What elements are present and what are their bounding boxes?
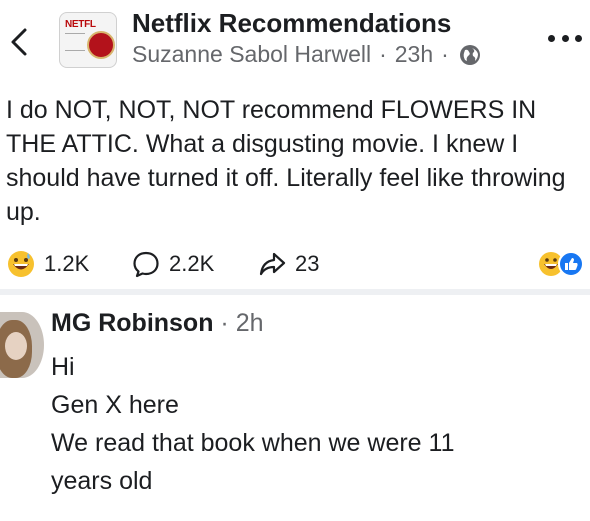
comment-body: Hi Gen X here We read that book when we …	[51, 348, 581, 500]
comment-line: years old	[51, 467, 153, 495]
comment-line: Gen X here	[51, 391, 179, 419]
group-thumbnail-text: NETFL	[65, 19, 96, 30]
share-arrow-icon	[259, 252, 286, 276]
comment-line: Hi	[51, 353, 75, 381]
post-stats: 1.2K 2.2K 23	[0, 244, 590, 284]
meta-separator: ·	[379, 41, 387, 67]
grinning-sweat-emoji-icon	[8, 251, 34, 277]
meta-separator: ·	[441, 41, 449, 67]
comment-time[interactable]: 2h	[236, 309, 264, 337]
reaction-icons[interactable]	[537, 249, 587, 279]
share-count[interactable]: 23	[257, 244, 319, 284]
group-name[interactable]: Netflix Recommendations	[132, 8, 451, 39]
avatar-face	[5, 332, 27, 360]
post-header: NETFL Netflix Recommendations Suzanne Sa…	[0, 0, 590, 80]
author-name[interactable]: Suzanne Sabol Harwell	[132, 41, 371, 68]
avatar[interactable]	[0, 312, 44, 378]
reaction-count[interactable]: 1.2K	[6, 244, 89, 284]
team-logo-icon	[87, 31, 115, 59]
commenter-name[interactable]: MG Robinson	[51, 309, 213, 337]
comment-meta-separator: ·	[213, 309, 236, 337]
group-thumbnail[interactable]: NETFL	[59, 12, 117, 68]
more-options-button[interactable]	[548, 30, 582, 46]
group-thumbnail-lines	[65, 33, 85, 51]
post-body: I do NOT, NOT, NOT recommend FLOWERS IN …	[6, 96, 566, 226]
comment-line: We read that book when we were 11	[51, 429, 455, 457]
globe-icon	[459, 44, 480, 65]
comment-count-value: 2.2K	[169, 251, 215, 276]
comment-count[interactable]: 2.2K	[131, 244, 214, 284]
post-time[interactable]: 23h	[395, 41, 433, 68]
back-button[interactable]	[6, 22, 32, 62]
post-meta: Suzanne Sabol Harwell · 23h ·	[132, 41, 481, 68]
chevron-left-icon	[11, 28, 27, 56]
reaction-count-value: 1.2K	[44, 251, 90, 276]
section-divider	[0, 289, 590, 295]
comment-bubble-icon	[133, 251, 159, 278]
share-count-value: 23	[295, 251, 320, 276]
comment-header: MG Robinson · 2h	[51, 309, 264, 338]
more-dots-icon	[548, 34, 555, 42]
